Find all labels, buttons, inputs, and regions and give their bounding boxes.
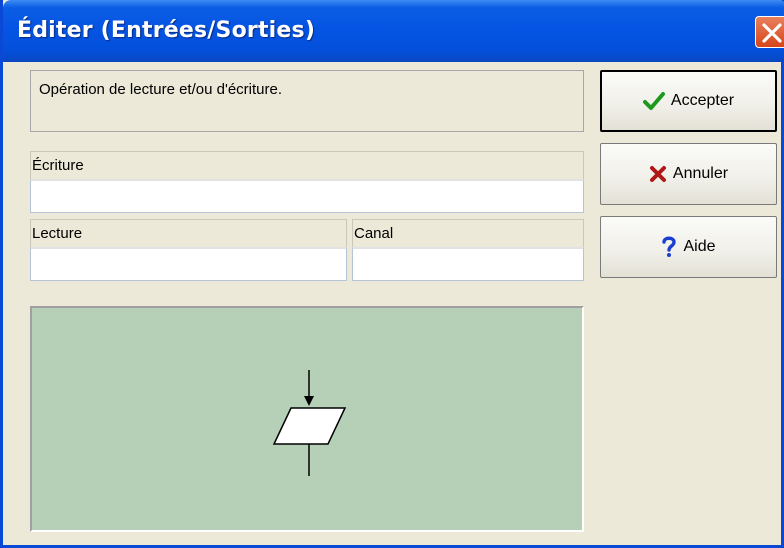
close-icon bbox=[762, 23, 782, 43]
title-bar[interactable]: Éditer (Entrées/Sorties) bbox=[3, 0, 784, 62]
flowchart-preview bbox=[30, 306, 584, 532]
accept-button-label: Accepter bbox=[670, 92, 735, 109]
description-panel: Opération de lecture et/ou d'écriture. bbox=[30, 70, 584, 132]
cancel-button-label: Annuler bbox=[672, 165, 729, 182]
ecriture-label-text: Écriture bbox=[32, 157, 84, 174]
question-mark-icon bbox=[662, 236, 677, 257]
close-button[interactable] bbox=[755, 16, 784, 48]
x-mark-icon bbox=[649, 166, 666, 182]
canal-label-text: Canal bbox=[354, 225, 394, 242]
window-title: Éditer (Entrées/Sorties) bbox=[17, 18, 316, 43]
help-button[interactable]: Aide bbox=[600, 216, 777, 278]
description-text: Opération de lecture et/ou d'écriture. bbox=[39, 81, 283, 98]
checkmark-icon bbox=[642, 92, 665, 110]
canal-input[interactable] bbox=[352, 247, 584, 281]
lecture-label: Lecture bbox=[30, 219, 347, 247]
help-button-label: Aide bbox=[683, 238, 716, 255]
accept-button[interactable]: Accepter bbox=[600, 70, 777, 132]
io-parallelogram-symbol bbox=[272, 370, 347, 476]
cancel-button[interactable]: Annuler bbox=[600, 143, 777, 205]
canal-label: Canal bbox=[352, 219, 584, 247]
lecture-input[interactable] bbox=[30, 247, 347, 281]
ecriture-input[interactable] bbox=[30, 179, 584, 213]
ecriture-label: Écriture bbox=[30, 151, 584, 179]
lecture-label-text: Lecture bbox=[32, 225, 83, 242]
dialog-window: Éditer (Entrées/Sorties) Opération de le… bbox=[0, 0, 784, 548]
